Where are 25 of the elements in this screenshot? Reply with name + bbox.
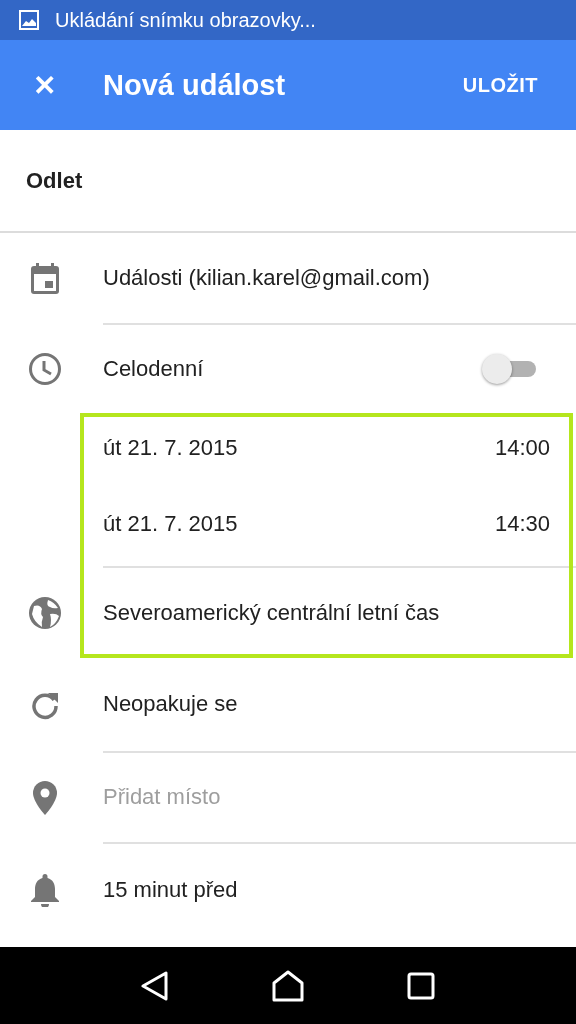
recent-apps-icon[interactable] bbox=[406, 971, 435, 1000]
back-icon[interactable] bbox=[141, 970, 170, 1001]
close-button[interactable]: ✕ bbox=[29, 68, 59, 102]
event-title-field[interactable]: Odlet bbox=[0, 130, 576, 233]
calendar-account[interactable]: Události (kilian.karel@gmail.com) bbox=[103, 264, 576, 291]
notification-text: Ukládání snímku obrazovky... bbox=[55, 8, 316, 32]
globe-icon bbox=[27, 595, 62, 630]
repeat-option[interactable]: Neopakuje se bbox=[103, 691, 238, 717]
all-day-switch[interactable] bbox=[482, 353, 536, 384]
all-day-label: Celodenní bbox=[103, 355, 205, 382]
time-zone[interactable]: Severoamerický centrální letní čas bbox=[103, 599, 440, 626]
time-field[interactable]: 14:00 bbox=[494, 434, 550, 461]
home-icon[interactable] bbox=[272, 969, 304, 1002]
date-field[interactable]: út 21. 7. 2015 bbox=[103, 434, 495, 461]
location-pin-icon bbox=[32, 780, 57, 815]
reminder-option[interactable]: 15 minut před bbox=[103, 877, 238, 903]
bell-icon bbox=[30, 873, 59, 907]
image-icon bbox=[19, 10, 39, 30]
clock-icon bbox=[27, 351, 62, 386]
date-field[interactable]: út 21. 7. 2015 bbox=[103, 510, 495, 537]
calendar-icon bbox=[29, 262, 60, 295]
time-field[interactable]: 14:30 bbox=[494, 510, 550, 537]
screen-title: Nová událost bbox=[103, 68, 287, 102]
save-button[interactable]: ULOŽIT bbox=[462, 73, 538, 97]
refresh-icon bbox=[29, 690, 60, 720]
